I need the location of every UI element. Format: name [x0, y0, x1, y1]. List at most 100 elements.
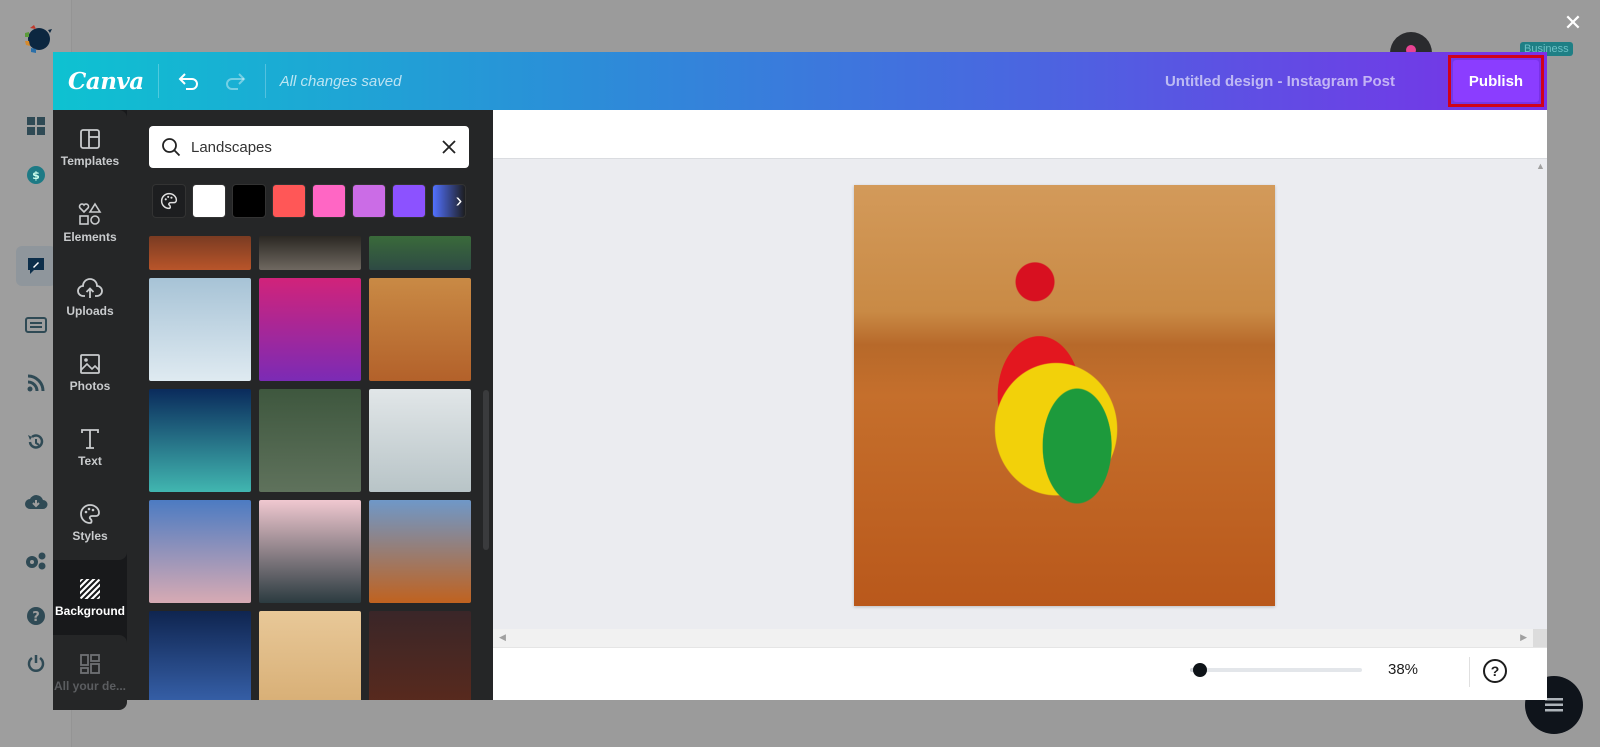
topbar-divider: [264, 64, 266, 98]
upload-cloud-icon: [77, 277, 103, 298]
background-thumbnail-scaffold-dusk[interactable]: [149, 500, 251, 603]
rail-item-all-designs[interactable]: All your de...: [53, 635, 127, 710]
canva-logo[interactable]: Canva: [68, 68, 144, 95]
color-swatch[interactable]: [272, 184, 306, 218]
rail-group: All your de...: [53, 635, 127, 710]
rail-item-background[interactable]: Background: [53, 560, 127, 635]
color-swatch[interactable]: [192, 184, 226, 218]
color-swatches: ›: [152, 184, 470, 220]
power-icon[interactable]: [16, 643, 56, 683]
background-thumbnail-sand-camel[interactable]: [259, 611, 361, 700]
photos-icon: [80, 353, 100, 374]
editor-topbar: Canva All changes saved Untitled design …: [53, 52, 1547, 110]
scroll-right-icon[interactable]: ▶: [1520, 632, 1527, 643]
rail-item-photos[interactable]: Photos: [53, 335, 127, 410]
editor-icon[interactable]: [16, 246, 56, 286]
redo-icon: [225, 73, 246, 90]
background-thumbnail-red-canyon[interactable]: [149, 236, 251, 270]
rail-item-elements[interactable]: Elements: [53, 185, 127, 260]
save-status: All changes saved: [279, 72, 402, 90]
dashboard-icon[interactable]: [16, 106, 56, 146]
color-swatch[interactable]: [232, 184, 266, 218]
rail-label: Styles: [72, 528, 108, 543]
zoom-slider[interactable]: [1190, 663, 1362, 677]
background-thumbnail-snowy-forest[interactable]: [369, 389, 471, 492]
svg-text:$: $: [32, 169, 40, 182]
swatches-next-icon[interactable]: ›: [448, 184, 470, 218]
editor-footer: 38% ?: [493, 647, 1547, 700]
panel-scrollbar[interactable]: [483, 390, 489, 550]
publish-button[interactable]: Publish: [1453, 60, 1539, 102]
background-thumbnail-desert-tracks[interactable]: [369, 278, 471, 381]
editor-toolbar: [493, 110, 1547, 159]
palette-icon: [160, 192, 178, 210]
background-thumbnail-orange-dunes[interactable]: [369, 500, 471, 603]
rail-item-text[interactable]: Text: [53, 410, 127, 485]
history-icon[interactable]: [16, 422, 56, 462]
side-rail: Templates Elements Uploads Photos Text S…: [53, 110, 127, 710]
elements-icon: [78, 201, 102, 225]
background-thumbnail-ocean-sandbar[interactable]: [149, 389, 251, 492]
rail-item-styles[interactable]: Styles: [53, 485, 127, 560]
background-thumbnail-forest-road[interactable]: [259, 389, 361, 492]
color-swatch[interactable]: [392, 184, 426, 218]
background-thumbnail-snowy-field[interactable]: [149, 278, 251, 381]
undo-icon: [178, 73, 198, 90]
rail-label: All your de...: [53, 678, 126, 693]
rail-item-templates[interactable]: Templates: [53, 110, 127, 185]
rail-label: Photos: [69, 378, 111, 393]
settings-icon[interactable]: [16, 541, 56, 581]
billing-icon[interactable]: $: [16, 155, 56, 195]
templates-icon: [80, 128, 100, 149]
rail-group: Templates Elements Uploads Photos Text S…: [53, 110, 127, 560]
rail-item-uploads[interactable]: Uploads: [53, 260, 127, 335]
background-results-grid: [149, 236, 471, 700]
footer-divider: [1469, 657, 1470, 687]
zoom-slider-handle[interactable]: [1192, 663, 1207, 677]
editor-area: ▲ ▼ ◀ ▶ 38% ?: [493, 110, 1547, 700]
search-icon: [162, 138, 181, 157]
color-swatch[interactable]: [352, 184, 386, 218]
close-icon[interactable]: ✕: [1562, 12, 1584, 34]
scrollbar-corner: [1533, 629, 1547, 647]
text-icon: [81, 428, 99, 449]
background-panel: ›: [127, 110, 493, 700]
help-button[interactable]: ?: [1483, 659, 1507, 683]
vertical-scrollbar[interactable]: ▲ ▼: [1533, 159, 1547, 649]
design-title[interactable]: Untitled design - Instagram Post: [1165, 73, 1395, 90]
download-cloud-icon[interactable]: [16, 482, 56, 522]
menu-icon: [1545, 698, 1563, 712]
horizontal-scrollbar[interactable]: ◀ ▶: [493, 629, 1533, 647]
clear-search-icon[interactable]: [441, 139, 457, 155]
app-logo-icon: [25, 25, 52, 53]
svg-text:?: ?: [32, 610, 40, 625]
undo-button[interactable]: [173, 65, 205, 97]
help-icon: ?: [1490, 663, 1500, 679]
background-thumbnail-pink-canyon[interactable]: [259, 278, 361, 381]
background-thumbnail-pink-sky-mountains[interactable]: [259, 500, 361, 603]
design-canvas[interactable]: [854, 185, 1275, 606]
color-swatch[interactable]: [312, 184, 346, 218]
help-icon[interactable]: ?: [16, 596, 56, 636]
rail-label: Elements: [63, 229, 117, 244]
search-input[interactable]: [191, 138, 441, 156]
background-thumbnail-dark-mountains[interactable]: [259, 236, 361, 270]
background-thumbnail-forest-road-aerial[interactable]: [369, 236, 471, 270]
scroll-left-icon[interactable]: ◀: [499, 632, 506, 643]
rail-label: Background: [54, 603, 125, 618]
zoom-level[interactable]: 38%: [1373, 661, 1433, 678]
palette-icon: [80, 503, 100, 524]
custom-color-button[interactable]: [152, 184, 186, 218]
rail-label: Templates: [60, 153, 120, 168]
background-icon: [80, 578, 100, 599]
list-icon[interactable]: [16, 305, 56, 345]
publish-highlight: Publish: [1448, 55, 1544, 107]
background-thumbnail-night-dune[interactable]: [369, 611, 471, 700]
redo-button[interactable]: [219, 65, 251, 97]
canva-editor-modal: Canva All changes saved Untitled design …: [53, 52, 1547, 710]
rss-icon[interactable]: [16, 363, 56, 403]
scroll-up-icon[interactable]: ▲: [1536, 161, 1545, 171]
background-thumbnail-milky-way-cactus[interactable]: [149, 611, 251, 700]
rail-label: Text: [78, 453, 102, 468]
all-designs-icon: [80, 653, 100, 674]
